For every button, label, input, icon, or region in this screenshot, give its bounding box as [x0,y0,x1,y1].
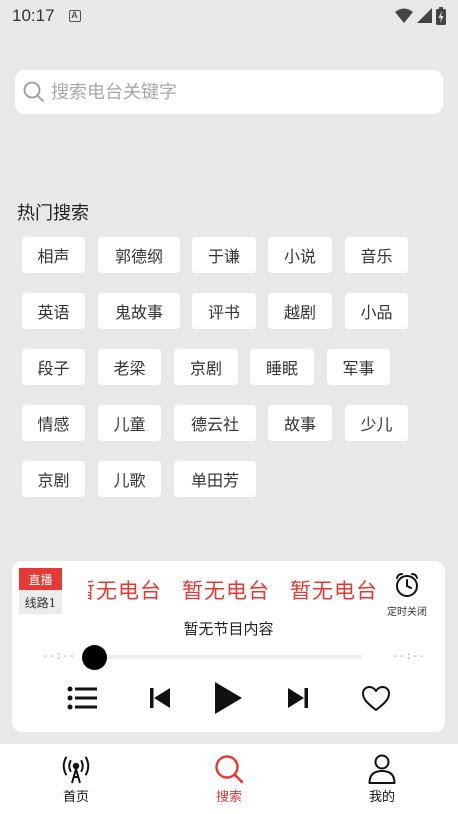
tag-deyunshe[interactable]: 德云社 [174,405,256,441]
tag-yingyu[interactable]: 英语 [22,293,85,329]
notification-icon: A [68,9,81,22]
nav-home[interactable]: 首页 [36,754,116,805]
nav-search-label: 搜索 [215,790,242,805]
tag-jingju-2[interactable]: 京剧 [22,461,85,497]
marquee-text-1: 暂无电台 [88,579,162,603]
player-card: 直播 线路1 暂无电台暂无电台暂无电台 定时关闭 暂无节目内容 --:-- --… [12,561,445,732]
search-input[interactable] [51,81,411,103]
battery-icon [436,7,446,25]
tag-shantianfang[interactable]: 单田芳 [174,461,256,497]
playlist-icon [67,686,97,710]
seek-handle[interactable] [82,645,107,670]
alarm-clock-icon [396,573,418,597]
tag-guodegang[interactable]: 郭德纲 [98,237,180,273]
tag-yueju[interactable]: 越剧 [268,293,332,329]
tag-guigushi[interactable]: 鬼故事 [98,293,180,329]
nav-mine-label: 我的 [368,790,395,805]
nav-search[interactable]: 搜索 [189,754,269,805]
search-icon [215,755,244,784]
tag-pingshu[interactable]: 评书 [192,293,256,329]
program-title: 暂无节目内容 [183,620,274,638]
previous-button[interactable] [148,686,172,710]
total-time: --:-- [392,649,426,662]
tag-yuqian[interactable]: 于谦 [192,237,256,273]
next-button[interactable] [286,686,310,710]
favorite-button[interactable] [360,684,392,712]
skip-previous-icon [150,688,170,708]
heart-icon [362,685,390,711]
live-badge: 直播 [19,568,62,590]
tag-xiaoshuo[interactable]: 小说 [268,237,332,273]
nav-home-label: 首页 [62,790,89,805]
tag-laoliang[interactable]: 老梁 [98,349,161,385]
status-bar: 10:17 A [0,0,458,31]
skip-next-icon [288,688,308,708]
tag-erge[interactable]: 儿歌 [98,461,161,497]
search-bar[interactable] [15,70,443,114]
tag-duanzi[interactable]: 段子 [22,349,85,385]
tag-junshi[interactable]: 军事 [327,349,390,385]
search-icon [23,81,44,102]
radio-broadcast-icon [62,756,90,784]
tag-ertong[interactable]: 儿童 [98,405,161,441]
elapsed-time: --:-- [42,649,76,662]
tag-xiaopin[interactable]: 小品 [345,293,408,329]
tag-shaoer[interactable]: 少儿 [345,405,408,441]
play-button[interactable] [212,681,244,715]
hot-search-title: 热门搜索 [17,203,89,224]
bottom-navigation: 首页 搜索 我的 [0,744,458,814]
sleep-timer-label: 定时关闭 [387,607,427,618]
play-icon [215,682,242,714]
tag-gushi[interactable]: 故事 [268,405,332,441]
sleep-timer-button[interactable]: 定时关闭 [382,571,432,618]
wifi-icon [395,8,413,23]
tag-shuimian[interactable]: 睡眠 [250,349,314,385]
signal-icon [417,8,432,23]
status-time: 10:17 [12,5,55,25]
tag-jingju[interactable]: 京剧 [174,349,238,385]
marquee-text-3: 暂无电台 [290,579,378,603]
marquee-text-2: 暂无电台 [182,579,270,603]
line-switch-button[interactable]: 线路1 [19,590,62,614]
station-marquee: 暂无电台暂无电台暂无电台 [88,575,378,607]
tag-xiangsheng[interactable]: 相声 [22,237,85,273]
status-icons [395,7,446,25]
tag-yinyue[interactable]: 音乐 [345,237,408,273]
seek-track[interactable] [92,655,362,659]
tag-qinggan[interactable]: 情感 [22,405,85,441]
nav-mine[interactable]: 我的 [342,754,422,805]
user-icon [368,754,396,784]
playlist-button[interactable] [66,685,98,711]
